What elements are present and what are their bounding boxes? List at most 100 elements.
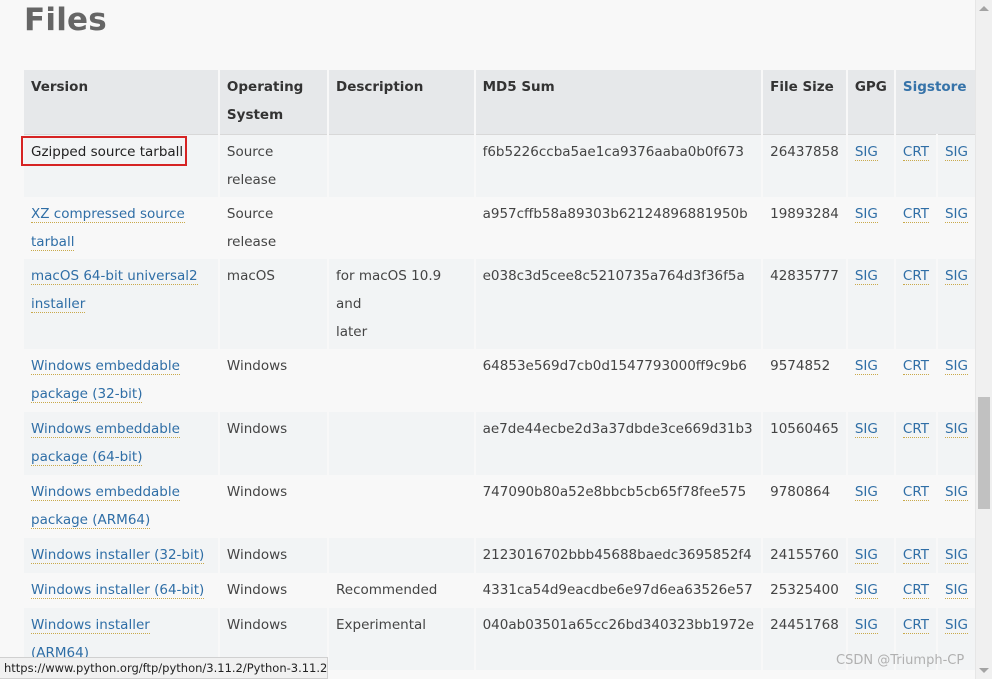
sigstore-sig-link[interactable]: SIG	[944, 357, 968, 375]
download-link-macos-installer[interactable]: macOS 64-bit universal2	[31, 267, 198, 285]
cell-size: 26437858	[761, 134, 847, 197]
sigstore-crt-link[interactable]: CRT	[902, 581, 929, 599]
cell-sig: SIG	[935, 411, 975, 475]
cell-description: Recommended	[326, 572, 475, 608]
download-link-win-installer-32[interactable]: Windows installer (32-bit)	[31, 546, 205, 564]
cell-gpg: SIG	[845, 348, 895, 412]
download-link-win-embed-arm64-cont[interactable]: package (ARM64)	[31, 511, 151, 529]
table-row: Windows embeddable package (ARM64) Window…	[24, 474, 975, 538]
cell-description	[326, 537, 475, 573]
sigstore-sig-link[interactable]: SIG	[944, 483, 968, 501]
link-line1: macOS 64-bit universal2	[31, 267, 198, 284]
sigstore-sig-link[interactable]: SIG	[944, 143, 968, 161]
cell-size: 25325400	[761, 572, 847, 608]
sigstore-sig-link[interactable]: SIG	[944, 546, 968, 564]
header-os-line1: Operating	[226, 79, 304, 95]
gpg-sig-link[interactable]: SIG	[854, 143, 878, 161]
cell-size: 24451768	[761, 607, 847, 670]
sigstore-sig-link[interactable]: SIG	[944, 581, 968, 599]
link-line1: Windows embeddable	[31, 357, 180, 374]
download-link-win-installer-64[interactable]: Windows installer (64-bit)	[31, 581, 205, 599]
header-md5: MD5 Sum	[473, 70, 763, 135]
header-version: Version	[24, 70, 219, 135]
cell-crt: CRT	[893, 134, 937, 197]
cell-md5: 4331ca54d9eacdbe6e97d6ea63526e57	[473, 572, 763, 608]
scroll-thumb[interactable]	[978, 397, 990, 509]
header-description: Description	[326, 70, 475, 135]
table-row: Gzipped source tarball Source release f6…	[24, 134, 975, 197]
sigstore-sig-link[interactable]: SIG	[944, 420, 968, 438]
cell-version: XZ compressed source tarball	[24, 197, 219, 259]
cell-os: macOS	[217, 258, 328, 349]
sigstore-crt-link[interactable]: CRT	[902, 546, 929, 564]
header-sigstore: Sigstore	[893, 70, 975, 135]
table-row: Windows embeddable package (64-bit) Windo…	[24, 411, 975, 475]
cell-gpg: SIG	[845, 258, 895, 349]
cell-gpg: SIG	[845, 572, 895, 608]
cell-crt: CRT	[893, 572, 937, 608]
cell-os: Windows	[217, 537, 328, 573]
gpg-sig-link[interactable]: SIG	[854, 546, 878, 564]
cell-description: Experimental	[326, 607, 475, 670]
table-row: Windows installer (64-bit) Windows Recom…	[24, 572, 975, 608]
table-row: Windows installer (32-bit) Windows 21230…	[24, 537, 975, 573]
gpg-sig-link[interactable]: SIG	[854, 357, 878, 375]
download-link-win-embed-64-cont[interactable]: package (64-bit)	[31, 448, 143, 466]
download-link-win-installer-arm64[interactable]: Windows installer (ARM64)	[31, 616, 150, 662]
cell-size: 10560465	[761, 411, 847, 475]
cell-size: 9574852	[761, 348, 847, 412]
sigstore-crt-link[interactable]: CRT	[902, 616, 929, 634]
cell-md5: 64853e569d7cb0d1547793000ff9c9b6	[473, 348, 763, 412]
cell-md5: ae7de44ecbe2d3a37dbde3ce669d31b3	[473, 411, 763, 475]
sigstore-crt-link[interactable]: CRT	[902, 143, 929, 161]
files-table: Version Operating System Description MD5 …	[24, 70, 975, 670]
gpg-sig-link[interactable]: SIG	[854, 483, 878, 501]
cell-version: Gzipped source tarball	[24, 134, 219, 197]
download-link-win-embed-arm64[interactable]: Windows embeddable	[31, 483, 180, 501]
status-bar-url: https://www.python.org/ftp/python/3.11.2…	[0, 657, 328, 679]
cell-sig: SIG	[935, 572, 975, 608]
cell-md5: a957cffb58a89303b62124896881950b	[473, 196, 763, 259]
download-link-gzipped-tarball[interactable]: Gzipped source tarball	[31, 144, 183, 160]
sigstore-crt-link[interactable]: CRT	[902, 420, 929, 438]
sigstore-crt-link[interactable]: CRT	[902, 483, 929, 501]
cell-version: macOS 64-bit universal2 installer	[24, 259, 219, 349]
cell-description	[326, 196, 475, 259]
cell-sig: SIG	[935, 537, 975, 573]
cell-description	[326, 411, 475, 475]
sigstore-crt-link[interactable]: CRT	[902, 357, 929, 375]
cell-md5: 040ab03501a65cc26bd340323bb1972e	[473, 607, 763, 670]
cell-description	[326, 134, 475, 197]
cell-sig: SIG	[935, 134, 975, 197]
gpg-sig-link[interactable]: SIG	[854, 616, 878, 634]
download-link-win-embed-64[interactable]: Windows embeddable	[31, 420, 180, 438]
link-line2: installer	[31, 295, 86, 312]
download-link-macos-installer-cont[interactable]: installer	[31, 295, 86, 313]
sigstore-link[interactable]: Sigstore	[903, 79, 967, 95]
cell-version: Windows installer (64-bit)	[24, 573, 219, 608]
cell-description	[326, 474, 475, 538]
gpg-sig-link[interactable]: SIG	[854, 581, 878, 599]
download-link-xz-tarball[interactable]: XZ compressed source tarball	[31, 205, 185, 251]
sigstore-crt-link[interactable]: CRT	[902, 205, 929, 223]
cell-description	[326, 348, 475, 412]
gpg-sig-link[interactable]: SIG	[854, 205, 878, 223]
download-link-win-embed-32[interactable]: Windows embeddable	[31, 357, 180, 375]
cell-crt: CRT	[893, 474, 937, 538]
gpg-sig-link[interactable]: SIG	[854, 420, 878, 438]
header-file-size: File Size	[761, 70, 847, 135]
table-header-row: Version Operating System Description MD5 …	[24, 70, 975, 135]
cell-sig: SIG	[935, 196, 975, 259]
scroll-down-arrow-icon[interactable]	[979, 668, 989, 673]
cell-md5: f6b5226ccba5ae1ca9376aaba0b0f673	[473, 134, 763, 197]
sigstore-crt-link[interactable]: CRT	[902, 267, 929, 285]
vertical-scrollbar[interactable]	[975, 0, 992, 679]
sigstore-sig-link[interactable]: SIG	[944, 205, 968, 223]
table-row: XZ compressed source tarball Source rele…	[24, 196, 975, 259]
gpg-sig-link[interactable]: SIG	[854, 267, 878, 285]
cell-gpg: SIG	[845, 411, 895, 475]
sigstore-sig-link[interactable]: SIG	[944, 267, 968, 285]
sigstore-sig-link[interactable]: SIG	[944, 616, 968, 634]
scroll-up-arrow-icon[interactable]	[979, 6, 989, 11]
download-link-win-embed-32-cont[interactable]: package (32-bit)	[31, 385, 143, 403]
